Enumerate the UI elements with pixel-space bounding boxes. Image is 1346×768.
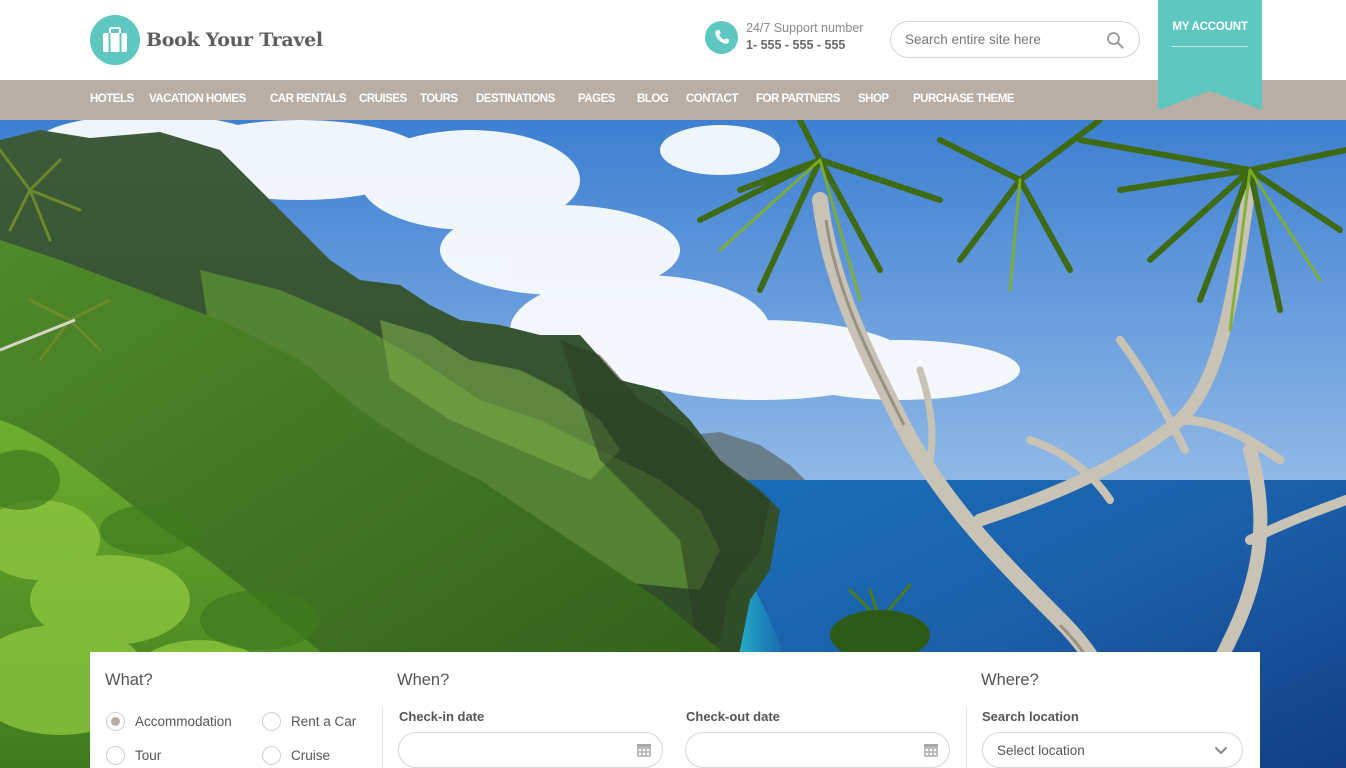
nav-item-for-partners[interactable]: FOR PARTNERS bbox=[756, 93, 840, 105]
logo[interactable]: Book Your Travel bbox=[90, 15, 323, 65]
radio-button bbox=[106, 746, 125, 765]
nav-item-pages[interactable]: PAGES bbox=[578, 93, 615, 105]
where-title: Where? bbox=[981, 671, 1039, 689]
radio-rent-a-car[interactable]: Rent a Car bbox=[262, 712, 356, 731]
suitcase-icon bbox=[90, 15, 140, 65]
calendar-icon[interactable] bbox=[636, 742, 652, 758]
support-number: 1- 555 - 555 - 555 bbox=[746, 38, 846, 52]
radio-button bbox=[262, 746, 281, 765]
section-divider bbox=[382, 707, 383, 768]
radio-button-checked bbox=[106, 712, 125, 731]
nav-item-purchase-theme[interactable]: PURCHASE THEME bbox=[913, 93, 1014, 105]
radio-accommodation[interactable]: Accommodation bbox=[106, 712, 232, 731]
nav-item-destinations[interactable]: DESTINATIONS bbox=[476, 93, 555, 105]
location-select[interactable]: Select location bbox=[982, 732, 1243, 768]
what-title: What? bbox=[105, 671, 153, 689]
radio-button bbox=[262, 712, 281, 731]
main-nav: HOTELS VACATION HOMES CAR RENTALS CRUISE… bbox=[0, 80, 1346, 120]
site-header: Book Your Travel 24/7 Support number 1- … bbox=[0, 0, 1346, 80]
chevron-down-icon bbox=[1215, 747, 1227, 754]
location-label: Search location bbox=[982, 709, 1079, 724]
my-account-button[interactable]: MY ACCOUNT bbox=[1158, 0, 1262, 110]
radio-label: Accommodation bbox=[135, 714, 232, 729]
radio-cruise[interactable]: Cruise bbox=[262, 746, 330, 765]
nav-item-blog[interactable]: BLOG bbox=[637, 93, 669, 105]
search-input[interactable] bbox=[905, 32, 1105, 47]
nav-item-contact[interactable]: CONTACT bbox=[686, 93, 738, 105]
search-form: What? When? Where? Accommodation Rent a … bbox=[90, 652, 1260, 768]
calendar-icon[interactable] bbox=[923, 742, 939, 758]
radio-label: Rent a Car bbox=[291, 714, 357, 729]
radio-tour[interactable]: Tour bbox=[106, 746, 161, 765]
nav-item-cruises[interactable]: CRUISES bbox=[359, 93, 407, 105]
radio-label: Tour bbox=[135, 748, 162, 763]
checkin-label: Check-in date bbox=[399, 709, 485, 724]
radio-label: Cruise bbox=[291, 748, 331, 763]
checkout-date-field[interactable] bbox=[685, 732, 950, 768]
support-label: 24/7 Support number bbox=[746, 21, 864, 35]
site-search bbox=[890, 21, 1140, 58]
nav-item-shop[interactable]: SHOP bbox=[858, 93, 889, 105]
search-icon[interactable] bbox=[1105, 30, 1125, 50]
checkin-date-field[interactable] bbox=[398, 732, 663, 768]
account-divider bbox=[1172, 46, 1248, 47]
nav-item-hotels[interactable]: HOTELS bbox=[90, 93, 134, 105]
checkout-label: Check-out date bbox=[686, 709, 780, 724]
logo-text: Book Your Travel bbox=[146, 29, 323, 51]
support-info: 24/7 Support number 1- 555 - 555 - 555 bbox=[705, 20, 863, 54]
nav-item-vacation-homes[interactable]: VACATION HOMES bbox=[149, 93, 246, 105]
section-divider bbox=[966, 707, 967, 768]
location-select-value: Select location bbox=[997, 742, 1085, 758]
nav-item-tours[interactable]: TOURS bbox=[420, 93, 458, 105]
my-account-label: MY ACCOUNT bbox=[1172, 21, 1248, 33]
when-title: When? bbox=[397, 671, 450, 689]
phone-icon bbox=[705, 20, 738, 54]
nav-item-car-rentals[interactable]: CAR RENTALS bbox=[270, 93, 347, 105]
